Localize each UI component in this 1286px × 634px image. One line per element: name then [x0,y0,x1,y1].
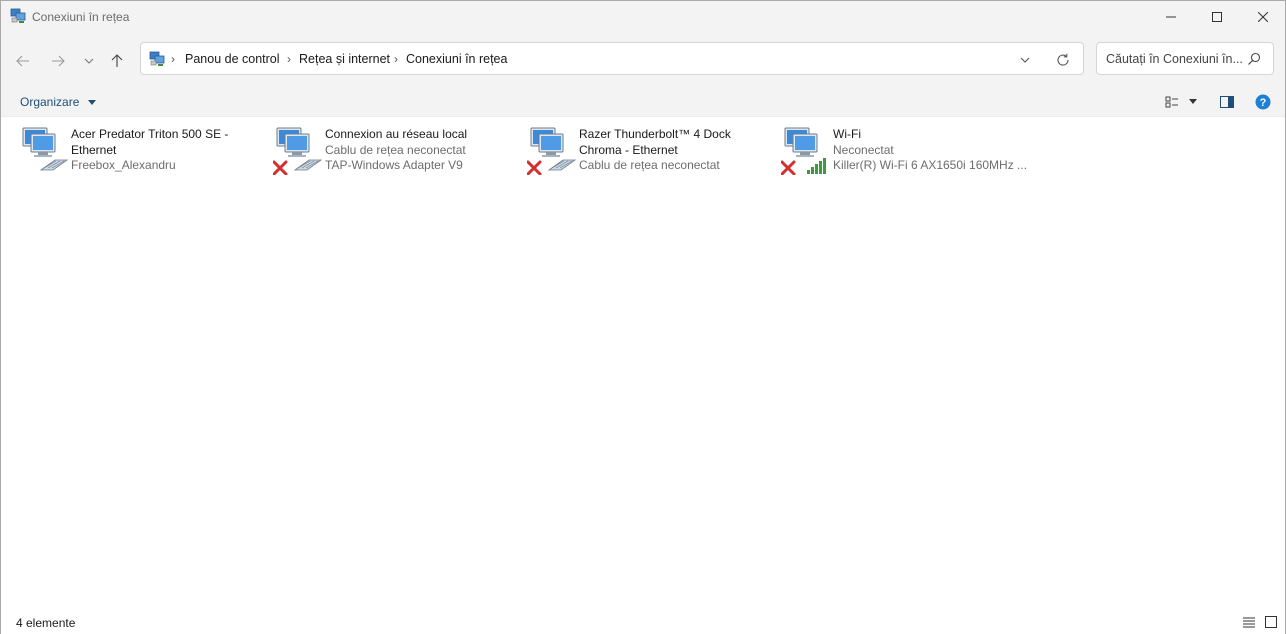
connection-status: Cablu de rețea neconectat [325,142,466,157]
error-x-icon [781,160,796,175]
search-placeholder: Căutați în Conexiuni în... [1106,52,1243,66]
error-x-icon [527,160,542,175]
search-box[interactable]: Căutați în Conexiuni în... [1096,42,1274,75]
ethernet-disconnected-icon [273,127,323,175]
chevron-down-icon [1020,57,1030,63]
connection-text: Acer Predator Triton 500 SE - Ethernet F… [71,127,267,174]
address-history-button[interactable] [1017,53,1033,67]
command-bar: Organizare ? [1,87,1285,117]
breadcrumb-network-internet[interactable]: Rețea și internet [299,52,390,66]
chevron-down-icon [84,58,94,64]
connection-item[interactable]: Connexion au réseau local Cablu de rețea… [273,125,523,181]
breadcrumb-control-panel[interactable]: Panou de control [185,52,280,66]
forward-button[interactable] [44,47,72,75]
breadcrumb-network-connections[interactable]: Conexiuni în rețea [406,52,507,66]
connection-text: Razer Thunderbolt™ 4 Dock Chroma - Ether… [579,127,775,174]
status-bar: 4 elemente [1,609,1285,634]
connection-device: Killer(R) Wi-Fi 6 AX1650i 160MHz ... [833,158,1028,172]
ethernet-disconnected-icon [527,127,577,175]
chevron-right-icon[interactable]: › [287,52,291,66]
signal-bars-icon [807,158,826,174]
maximize-button[interactable] [1194,1,1240,33]
help-button[interactable]: ? [1255,94,1271,110]
close-icon [1258,12,1268,22]
connection-item[interactable]: Razer Thunderbolt™ 4 Dock Chroma - Ether… [527,125,777,181]
view-tiles-icon [1165,96,1178,108]
error-x-icon [273,160,288,175]
refresh-icon [1057,53,1069,66]
preview-pane-icon [1220,96,1234,108]
minimize-icon [1166,16,1176,18]
title-bar: Conexiuni în rețea [1,1,1285,33]
search-icon[interactable] [1247,52,1261,66]
refresh-button[interactable] [1055,52,1071,68]
chevron-right-icon: › [171,52,175,66]
connection-status: Neconectat [833,142,894,157]
organize-label: Organizare [20,95,80,109]
connection-name: Wi-Fi [833,127,861,141]
connection-status: Cablu de rețea neconectat [579,158,720,172]
svg-text:?: ? [1260,97,1267,109]
arrow-left-icon [16,55,29,67]
up-button[interactable] [103,47,131,75]
back-button[interactable] [9,47,37,75]
details-view-icon[interactable] [1242,615,1256,629]
minimize-button[interactable] [1148,1,1194,33]
network-connections-icon [149,51,165,66]
help-icon: ? [1255,94,1271,110]
connection-item[interactable]: Acer Predator Triton 500 SE - Ethernet F… [19,125,269,181]
chevron-right-icon[interactable]: › [394,52,398,66]
explorer-window: Conexiuni în rețea › Panou de control › … [0,0,1286,634]
connection-name: Connexion au réseau local [325,127,468,141]
maximize-icon [1212,12,1222,22]
connection-status: Freebox_Alexandru [71,158,176,172]
connection-item[interactable]: Wi-Fi Neconectat Killer(R) Wi-Fi 6 AX165… [781,125,1031,181]
recent-locations-button[interactable] [75,47,103,75]
connection-device: TAP-Windows Adapter V9 [325,158,463,172]
preview-pane-button[interactable] [1220,94,1234,110]
address-bar[interactable]: › Panou de control › Rețea și internet ›… [140,42,1084,75]
connection-name: Acer Predator Triton 500 SE - Ethernet [71,127,229,157]
connection-name: Razer Thunderbolt™ 4 Dock Chroma - Ether… [579,127,731,157]
organize-button[interactable]: Organizare [20,95,96,109]
caret-down-icon [1189,99,1197,104]
connections-list: Acer Predator Triton 500 SE - Ethernet F… [1,118,1285,608]
connection-text: Wi-Fi Neconectat Killer(R) Wi-Fi 6 AX165… [833,127,1029,174]
close-button[interactable] [1240,1,1286,33]
network-connections-icon [10,8,26,23]
caret-down-icon [87,99,96,105]
arrow-right-icon [52,55,65,67]
item-count: 4 elemente [16,616,76,630]
address-row: › Panou de control › Rețea și internet ›… [1,33,1285,87]
wifi-disconnected-icon [781,127,826,175]
large-icons-view-icon[interactable] [1264,615,1278,629]
view-options-dropdown[interactable] [1189,94,1197,110]
ethernet-connected-icon [22,127,69,171]
window-title: Conexiuni în rețea [32,10,130,24]
arrow-up-icon [111,54,123,67]
connection-text: Connexion au réseau local Cablu de rețea… [325,127,521,174]
view-options-button[interactable] [1165,94,1179,110]
